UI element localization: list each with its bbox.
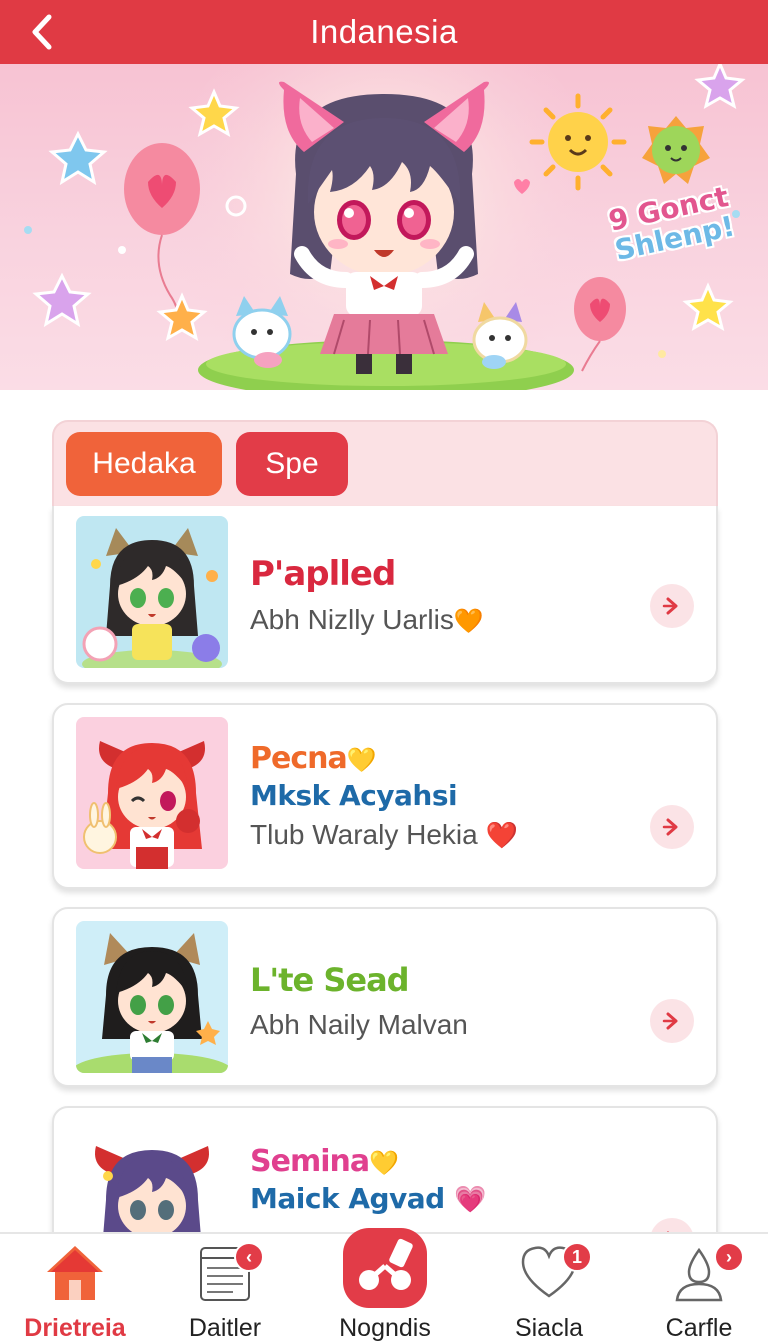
open-item-button[interactable] bbox=[650, 1218, 694, 1232]
list-item[interactable]: Pecna💛 Mksk Acyahsi Tlub Waraly Hekia ❤️ bbox=[52, 703, 718, 889]
nav-item-home[interactable]: Drietreia bbox=[0, 1234, 150, 1344]
list-item[interactable]: L'te Sead Abh Naily Malvan bbox=[52, 907, 718, 1087]
character-thumbnail bbox=[76, 921, 228, 1073]
item-title: P'aplled bbox=[250, 554, 396, 594]
hero-banner[interactable]: 9 Gonct Shlenp! bbox=[0, 64, 768, 390]
page-title: Indanesia bbox=[310, 13, 458, 50]
notification-badge: ‹ bbox=[234, 1242, 264, 1272]
nav-item-siacla[interactable]: 1 Siacla bbox=[474, 1234, 624, 1344]
orange-heart-icon: 🧡 bbox=[453, 608, 484, 635]
list-item[interactable]: Semina💛 Maick Agvad 💗 bbox=[52, 1106, 718, 1232]
item-subtitle: Abh Nizlly Uarlis🧡 bbox=[250, 604, 484, 636]
bottom-navigation: Drietreia ‹ Daitler Nogndis 1 Siacla › C… bbox=[0, 1228, 768, 1344]
game-icon bbox=[343, 1228, 427, 1308]
item-subtitle-text: Abh Nizlly Uarlis bbox=[250, 604, 454, 635]
nav-item-daitler[interactable]: ‹ Daitler bbox=[150, 1234, 300, 1344]
list-item[interactable]: P'aplled Abh Nizlly Uarlis🧡 bbox=[52, 506, 718, 684]
item-title: L'te Sead bbox=[250, 961, 410, 999]
item-subtitle: Abh Naily Malvan bbox=[250, 1009, 468, 1040]
app-screen: Indanesia 9 Gonct Shlenp! Hedaka Spe P'a… bbox=[0, 0, 768, 1344]
back-button[interactable] bbox=[18, 8, 66, 56]
open-item-button[interactable] bbox=[650, 805, 694, 849]
yellow-heart-icon: 💛 bbox=[346, 746, 377, 774]
character-thumbnail bbox=[76, 717, 228, 869]
nav-label-home: Drietreia bbox=[24, 1314, 126, 1342]
item-subtitle-secondary-text: Maick Agvad bbox=[250, 1182, 445, 1215]
open-item-button[interactable] bbox=[650, 584, 694, 628]
home-icon bbox=[47, 1246, 103, 1300]
item-title: Semina💛 bbox=[250, 1144, 399, 1179]
item-title-text: Pecna bbox=[250, 741, 348, 776]
notification-badge: 1 bbox=[562, 1242, 592, 1272]
nav-label-carfle: Carfle bbox=[665, 1314, 733, 1342]
pink-heart-icon: 💗 bbox=[453, 1185, 486, 1215]
red-heart-icon: ❤️ bbox=[485, 820, 518, 850]
tab-hedaka[interactable]: Hedaka bbox=[66, 432, 222, 496]
item-subtitle: Tlub Waraly Hekia ❤️ bbox=[250, 819, 518, 851]
open-item-button[interactable] bbox=[650, 999, 694, 1043]
category-tab-bar: Hedaka Spe bbox=[52, 420, 718, 508]
character-thumbnail bbox=[76, 516, 228, 668]
item-title: Pecna💛 bbox=[250, 741, 377, 776]
nav-label-daitler: Daitler bbox=[188, 1314, 262, 1342]
nav-label-siacla: Siacla bbox=[514, 1314, 584, 1342]
item-subtitle-secondary: Maick Agvad 💗 bbox=[250, 1182, 486, 1215]
nav-item-carfle[interactable]: › Carfle bbox=[624, 1234, 768, 1344]
content-list[interactable]: Hedaka Spe P'aplled Abh Nizlly Uarlis🧡 P… bbox=[0, 390, 768, 1232]
character-thumbnail bbox=[76, 1120, 228, 1232]
nav-item-nogndis[interactable]: Nogndis bbox=[310, 1228, 460, 1344]
notification-badge: › bbox=[714, 1242, 744, 1272]
chevron-right-icon bbox=[662, 818, 678, 836]
yellow-heart-icon: 💛 bbox=[369, 1149, 399, 1177]
item-title-text: Semina bbox=[250, 1144, 370, 1179]
nav-label-nogndis: Nogndis bbox=[339, 1314, 431, 1342]
tab-spe[interactable]: Spe bbox=[236, 432, 348, 496]
chevron-right-icon bbox=[662, 597, 678, 615]
chevron-right-icon bbox=[662, 1012, 678, 1030]
top-app-bar: Indanesia bbox=[0, 0, 768, 64]
item-subtitle-secondary: Mksk Acyahsi bbox=[250, 779, 458, 812]
item-subtitle-text: Tlub Waraly Hekia bbox=[250, 819, 478, 850]
chevron-left-icon bbox=[32, 14, 52, 50]
